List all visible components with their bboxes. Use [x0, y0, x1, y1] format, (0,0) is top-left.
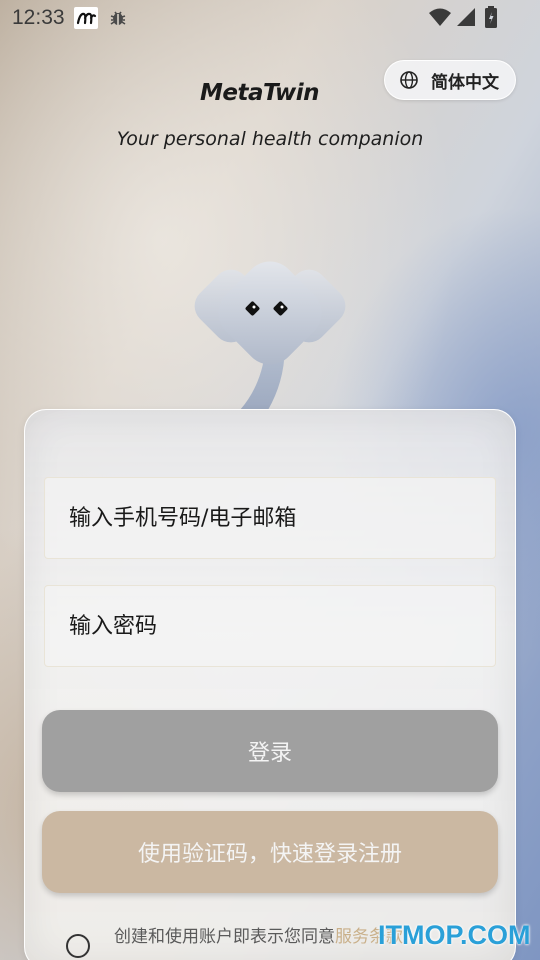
code-login-button[interactable]: 使用验证码，快速登录注册 [42, 811, 498, 893]
bug-icon [108, 8, 128, 28]
phone-email-input[interactable] [69, 505, 495, 531]
metatwin-logo: MetaTwin [200, 80, 320, 106]
elephant-mascot-icon [180, 255, 360, 415]
battery-icon [484, 6, 498, 28]
wifi-icon [428, 7, 452, 27]
password-input[interactable] [69, 613, 495, 639]
globe-icon [400, 71, 418, 89]
language-label: 简体中文 [431, 72, 499, 93]
signal-icon [456, 7, 476, 27]
status-time: 12:33 [12, 6, 65, 29]
metatwin-app-icon [74, 7, 98, 29]
tagline: Your personal health companion [116, 128, 424, 150]
password-field[interactable] [44, 585, 496, 667]
terms-prefix: 创建和使用账户即表示您同意 [114, 927, 335, 947]
login-button[interactable]: 登录 [42, 710, 498, 792]
phone-email-field[interactable] [44, 477, 496, 559]
language-selector-button[interactable]: 简体中文 [384, 60, 516, 100]
terms-checkbox[interactable] [66, 934, 90, 958]
status-bar: 12:33 [0, 0, 540, 38]
watermark: ITMOP.COM [378, 920, 531, 950]
